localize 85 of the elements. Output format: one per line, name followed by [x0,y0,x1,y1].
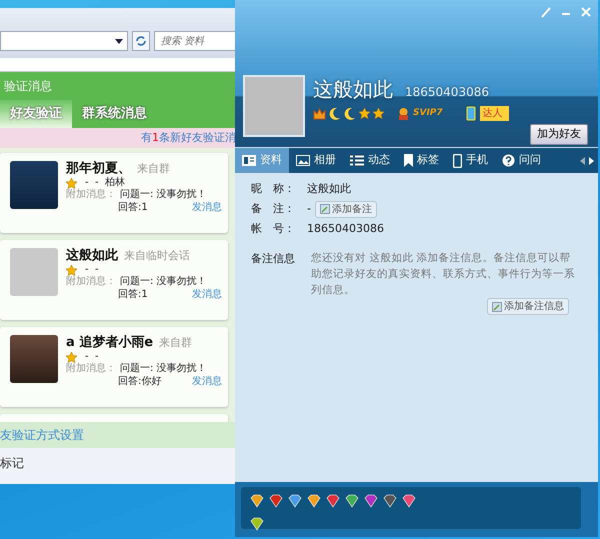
search-field[interactable]: 搜索 资料 [154,31,236,51]
phone-icon [466,106,476,121]
pencil-icon [320,204,330,214]
level-text: - - [85,264,99,276]
gem-icon [249,516,265,532]
user-name: a 追梦者小雨e [66,334,154,351]
window-title: 验证消息 [3,78,53,95]
pencil-icon [492,302,502,312]
field-value: 18650403086 [307,220,384,237]
gem-icon [325,493,341,509]
field-label: 附加消息： [66,276,116,289]
gem-icon [268,493,284,509]
add-friend-button[interactable]: 加为好友 [530,124,588,144]
question-text: 问题一: 没事勿扰！ [120,189,207,202]
gem-icon [382,493,398,509]
star-icon [359,108,370,119]
tab[interactable]: 标签 [397,148,446,173]
phone-icon [453,154,462,168]
send-message-link[interactable]: 发消息 [192,202,222,214]
question-text: 问题一: 没事勿扰！ [120,363,207,376]
gem-icon [344,493,360,509]
avatar-image [10,334,58,382]
vip-label: SVIP7 [413,106,443,120]
question-text: 问题一: 没事勿扰！ [120,276,207,288]
star-icon [66,264,77,276]
avatar-image [10,160,58,208]
source-label: 来自群 [159,336,192,350]
field-label: 备注信息 [251,251,296,267]
tab[interactable]: 动态 [343,148,397,173]
source-label: 来自临时会话 [124,248,190,262]
crown-icon [313,107,326,120]
gem-icon [287,493,303,509]
close-icon[interactable] [580,6,592,18]
mark-label: 标记 [0,448,236,484]
bookmark-icon [404,154,413,167]
answer-text: 回答:1 [118,288,148,302]
list-icon [350,155,364,166]
gem-icon [306,493,322,509]
profile-name: 这般如此 [313,77,393,101]
tab[interactable]: 相册 [289,148,343,173]
picture-icon [296,155,310,166]
star-icon [66,352,77,362]
field-label: 帐 号： [251,220,296,237]
field-label: 附加消息： [66,189,116,202]
user-name: 这般如此 [66,248,118,264]
refresh-icon [135,35,148,47]
source-label: 来自群 [137,162,170,176]
field-label: 附加消息： [66,363,116,376]
brush-icon[interactable] [540,6,552,18]
level-text: - - [85,350,99,362]
send-message-link[interactable]: 发消息 [192,288,222,302]
mascot-icon [397,106,410,120]
field-value: 这般如此 [307,180,351,197]
level-text: - - 柏林 [85,176,125,188]
avatar-placeholder [243,75,305,137]
star-icon [373,108,384,119]
field-value: - [307,200,311,217]
answer-text: 回答:你好 [118,376,162,388]
notice-text[interactable]: 有1条新好友验证消 [0,128,236,148]
question-icon [502,154,515,167]
send-message-link[interactable]: 发消息 [192,376,222,388]
id-card-icon [242,155,256,166]
note-text: 您还没有对 这般如此 添加备注信息。备注信息可以帮助您记录好友的真实资料、联系方式、事件行为等一系列信息。 [311,251,576,298]
tab[interactable]: 手机 [446,148,495,173]
gem-icon [363,493,379,509]
user-name: 那年初夏、 [66,160,131,176]
right-arrow-icon[interactable] [589,156,594,164]
tab[interactable]: 问问 [495,148,548,173]
refresh-button[interactable] [132,31,150,51]
avatar-placeholder [10,248,58,296]
account-number: 18650403086 [405,85,489,99]
add-note-button[interactable]: 添加备注信息 [487,298,569,316]
gem-icon [401,493,417,509]
gem-icon [249,493,265,509]
talent-badge: 达人 [480,106,509,121]
moon-icon [329,107,341,120]
field-label: 备 注： [251,200,296,217]
add-remark-button[interactable]: 添加备注 [314,200,377,218]
left-arrow-icon[interactable] [580,156,585,164]
address-field[interactable] [0,31,128,51]
moon-icon [344,107,356,120]
star-icon [66,178,77,188]
answer-text: 回答:1 [118,202,148,214]
field-label: 昵 称： [251,180,296,197]
caret-icon [115,38,124,44]
